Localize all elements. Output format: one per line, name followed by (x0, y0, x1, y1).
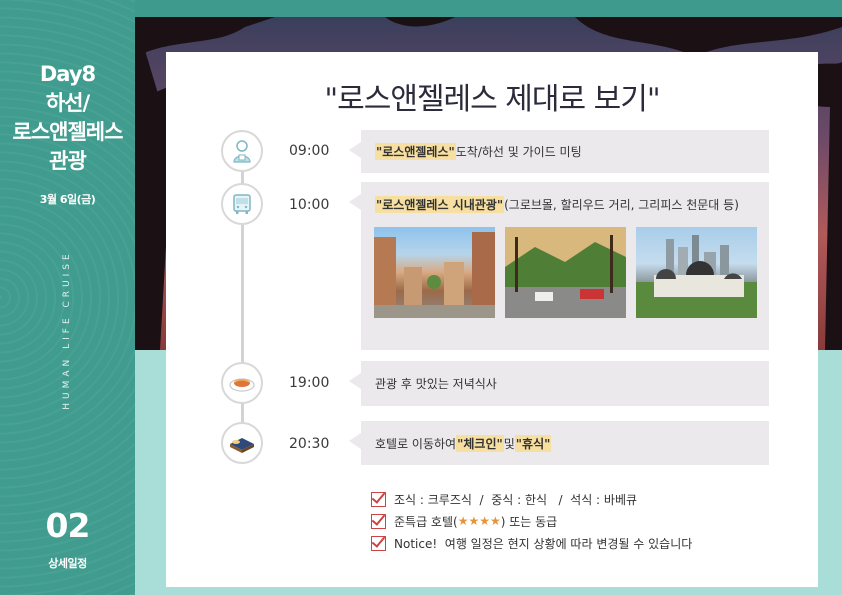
note-text-before: 준특급 호텔( (394, 514, 458, 529)
hollywood-street-photo (505, 227, 626, 318)
checkbox-icon (371, 491, 386, 507)
dinner-plate-icon (221, 362, 263, 404)
schedule-text-mid: 및 (503, 436, 515, 451)
page-label: 상세일정 (48, 557, 87, 570)
card-title: "로스앤젤레스 제대로 보기" (324, 82, 660, 117)
griffith-observatory-photo (636, 227, 757, 318)
time-1900: 19:00 (289, 375, 330, 391)
brand-vertical-text: HUMAN LIFE CRUISE (62, 250, 72, 410)
schedule-text-before: 호텔로 이동하여 (375, 436, 457, 451)
the-grove-mall-photo (374, 227, 495, 318)
top-strip (135, 0, 842, 17)
day-title-line3: 로스앤젤레스 (12, 120, 124, 144)
day-title-line2: 하선/ (45, 91, 90, 115)
schedule-text: 관광 후 맛있는 저녁식사 (375, 377, 497, 391)
note-text: Notice! 여행 일정은 현지 상황에 따라 변경될 수 있습니다 (394, 536, 693, 551)
notes-list: 조식 : 크루즈식 / 중식 : 한식 / 석식 : 바베큐 준특급 호텔(★★… (371, 488, 692, 554)
guide-person-icon (221, 130, 263, 172)
schedule-item-2030: 호텔로 이동하여 "체크인" 및 "휴식" (349, 421, 769, 465)
star-rating: ★★★★ (457, 514, 501, 528)
checkbox-icon (371, 513, 386, 529)
note-notice: Notice! 여행 일정은 현지 상황에 따라 변경될 수 있습니다 (371, 532, 692, 554)
note-meals: 조식 : 크루즈식 / 중식 : 한식 / 석식 : 바베큐 (371, 488, 692, 510)
page-number: 02 (45, 506, 91, 545)
day-number: Day8 (39, 62, 96, 86)
day-date: 3월 6일(금) (39, 193, 96, 206)
checkbox-icon (371, 535, 386, 551)
schedule-text: (그로브몰, 할리우드 거리, 그리피스 천문대 등) (504, 198, 739, 212)
itinerary-card: "로스앤젤레스 제대로 보기" 09:00 "로스앤젤레스" 도착/하선 및 가… (166, 52, 818, 587)
time-2030: 20:30 (289, 436, 330, 452)
side-panel: Day8 하선/ 로스앤젤레스 관광 3월 6일(금) HUMAN LIFE C… (0, 0, 135, 595)
bus-icon (221, 183, 263, 225)
hotel-bed-icon (221, 422, 263, 464)
note-hotel: 준특급 호텔(★★★★) 또는 동급 (371, 510, 692, 532)
highlight-checkin: "체크인" (456, 434, 504, 452)
highlight-text: "로스앤젤레스 시내관광" (375, 196, 505, 213)
time-1000: 10:00 (289, 197, 330, 213)
day-title: Day8 하선/ 로스앤젤레스 관광 (0, 60, 135, 176)
note-text-after: ) 또는 동급 (500, 514, 558, 529)
schedule-item-1900: 관광 후 맛있는 저녁식사 (349, 361, 769, 406)
day-title-line4: 관광 (49, 149, 87, 173)
schedule-text: 도착/하선 및 가이드 미팅 (455, 145, 582, 159)
schedule-item-0900: "로스앤젤레스" 도착/하선 및 가이드 미팅 (349, 130, 769, 173)
note-text: 조식 : 크루즈식 / 중식 : 한식 / 석식 : 바베큐 (394, 492, 638, 507)
time-0900: 09:00 (289, 143, 330, 159)
highlight-text: "로스앤젤레스" (375, 143, 456, 160)
highlight-rest: "휴식" (514, 434, 552, 452)
